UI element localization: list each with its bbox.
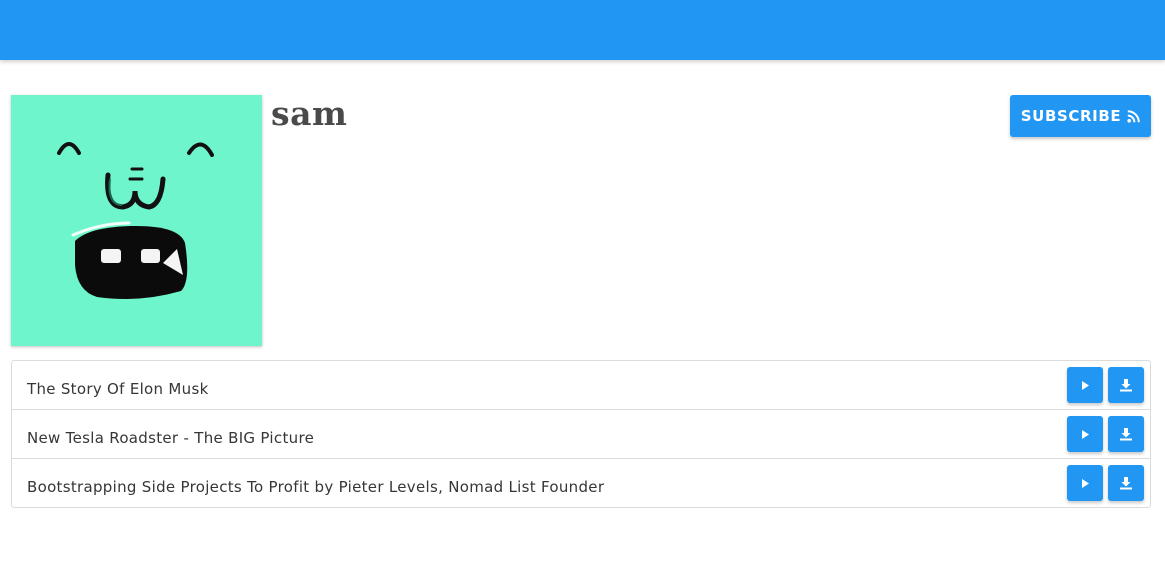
play-icon	[1080, 478, 1090, 489]
download-button[interactable]	[1108, 416, 1144, 452]
play-icon	[1080, 380, 1090, 391]
top-navbar	[0, 0, 1165, 60]
rss-icon	[1127, 109, 1141, 123]
subscribe-label: SUBSCRIBE	[1020, 107, 1122, 125]
play-button[interactable]	[1067, 416, 1103, 452]
download-icon	[1119, 476, 1133, 490]
episode-title: New Tesla Roadster - The BIG Picture	[27, 429, 315, 447]
episode-row: Bootstrapping Side Projects To Profit by…	[12, 459, 1150, 507]
channel-title: sam	[271, 94, 348, 133]
download-button[interactable]	[1108, 367, 1144, 403]
download-icon	[1119, 378, 1133, 392]
episode-title: The Story Of Elon Musk	[27, 380, 209, 398]
play-button[interactable]	[1067, 367, 1103, 403]
play-icon	[1080, 429, 1090, 440]
episode-row: The Story Of Elon Musk	[12, 361, 1150, 410]
download-icon	[1119, 427, 1133, 441]
play-button[interactable]	[1067, 465, 1103, 501]
episode-list: The Story Of Elon Musk New Tesla Roadste…	[11, 360, 1151, 508]
download-button[interactable]	[1108, 465, 1144, 501]
subscribe-button[interactable]: SUBSCRIBE	[1010, 95, 1151, 137]
episode-title: Bootstrapping Side Projects To Profit by…	[27, 478, 605, 496]
episode-row: New Tesla Roadster - The BIG Picture	[12, 410, 1150, 459]
channel-avatar	[11, 95, 262, 346]
